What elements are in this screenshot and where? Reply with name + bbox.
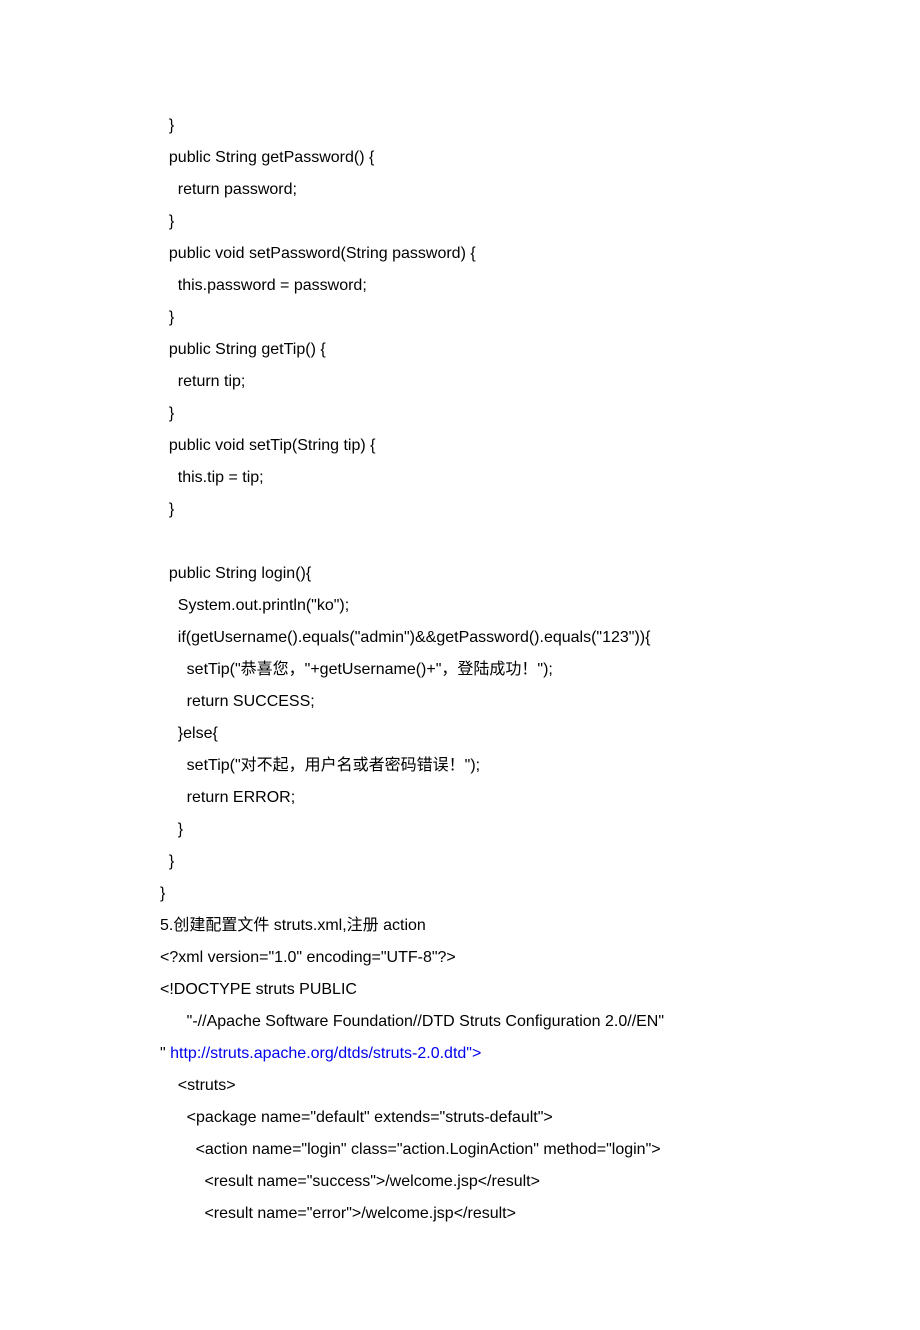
code-line: } — [160, 814, 760, 846]
code-line: if(getUsername().equals("admin")&&getPas… — [160, 622, 760, 654]
code-line: } — [160, 110, 760, 142]
code-line: } — [160, 206, 760, 238]
code-line: 5.创建配置文件 struts.xml,注册 action — [160, 910, 760, 942]
code-line: <result name="error">/welcome.jsp</resul… — [160, 1198, 760, 1230]
code-line: public void setPassword(String password)… — [160, 238, 760, 270]
code-line: <action name="login" class="action.Login… — [160, 1134, 760, 1166]
code-line: this.password = password; — [160, 270, 760, 302]
code-line: return password; — [160, 174, 760, 206]
code-line: } — [160, 302, 760, 334]
code-line: public void setTip(String tip) { — [160, 430, 760, 462]
code-line: public String getTip() { — [160, 334, 760, 366]
code-line: " http://struts.apache.org/dtds/struts-2… — [160, 1038, 760, 1070]
code-line: } — [160, 494, 760, 526]
code-line: this.tip = tip; — [160, 462, 760, 494]
code-line: return ERROR; — [160, 782, 760, 814]
code-line: <?xml version="1.0" encoding="UTF-8"?> — [160, 942, 760, 974]
code-line: "-//Apache Software Foundation//DTD Stru… — [160, 1006, 760, 1038]
code-line: }else{ — [160, 718, 760, 750]
code-line: } — [160, 878, 760, 910]
code-line: public String getPassword() { — [160, 142, 760, 174]
code-line: <struts> — [160, 1070, 760, 1102]
code-line: public String login(){ — [160, 558, 760, 590]
dtd-url-link[interactable]: http://struts.apache.org/dtds/struts-2.0… — [170, 1045, 481, 1062]
code-line: System.out.println("ko"); — [160, 590, 760, 622]
code-block: } public String getPassword() { return p… — [160, 110, 760, 1230]
code-line: return SUCCESS; — [160, 686, 760, 718]
code-line: } — [160, 398, 760, 430]
document-page: } public String getPassword() { return p… — [0, 0, 920, 1330]
code-line: <result name="success">/welcome.jsp</res… — [160, 1166, 760, 1198]
code-line — [160, 526, 760, 558]
code-line: } — [160, 846, 760, 878]
code-line: return tip; — [160, 366, 760, 398]
code-line: setTip("恭喜您，"+getUsername()+"，登陆成功！"); — [160, 654, 760, 686]
code-line: <package name="default" extends="struts-… — [160, 1102, 760, 1134]
code-line: <!DOCTYPE struts PUBLIC — [160, 974, 760, 1006]
code-line: setTip("对不起，用户名或者密码错误！"); — [160, 750, 760, 782]
